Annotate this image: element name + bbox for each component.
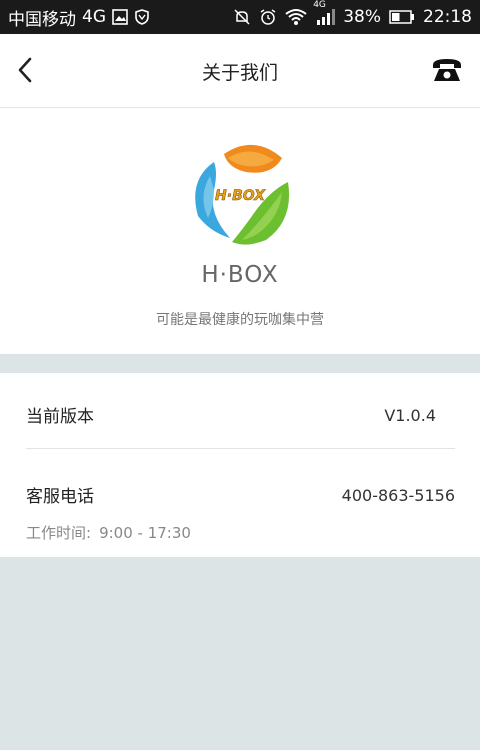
clock: 22:18 bbox=[423, 7, 472, 27]
nav-bar: 关于我们 bbox=[0, 34, 480, 108]
wifi-icon bbox=[285, 8, 307, 26]
battery-icon bbox=[389, 9, 415, 25]
gallery-icon bbox=[112, 9, 128, 25]
version-label: 当前版本 bbox=[26, 407, 94, 427]
version-value: V1.0.4 bbox=[384, 406, 436, 425]
app-logo: H·BOX bbox=[195, 144, 290, 245]
hours-label: 工作时间: bbox=[26, 524, 92, 542]
page-title: 关于我们 bbox=[201, 62, 278, 84]
hours-value: 9:00 - 17:30 bbox=[99, 524, 191, 542]
battery-percent: 38% bbox=[343, 7, 381, 27]
telephone-icon bbox=[433, 59, 461, 81]
app-slogan: 可能是最健康的玩咖集中营 bbox=[156, 312, 324, 328]
logo-text: H·BOX bbox=[215, 188, 266, 204]
mute-icon bbox=[233, 8, 251, 26]
cellular-signal-icon: 4G bbox=[313, 0, 336, 26]
phone-label: 客服电话 bbox=[26, 487, 94, 507]
divider bbox=[26, 448, 455, 449]
shield-icon bbox=[134, 9, 150, 25]
app-name: H·BOX bbox=[201, 262, 279, 288]
call-button[interactable] bbox=[430, 54, 464, 86]
phone-number-link[interactable]: 400-863-5156 bbox=[342, 486, 455, 505]
working-hours: 工作时间: 9:00 - 17:30 bbox=[26, 522, 191, 543]
alarm-icon bbox=[259, 8, 277, 26]
network-type: 4G bbox=[82, 7, 106, 27]
carrier-name: 中国移动 bbox=[8, 9, 76, 30]
status-bar: 中国移动 4G 4G 38% 22:18 bbox=[0, 0, 480, 34]
network-type-small: 4G bbox=[313, 0, 326, 10]
